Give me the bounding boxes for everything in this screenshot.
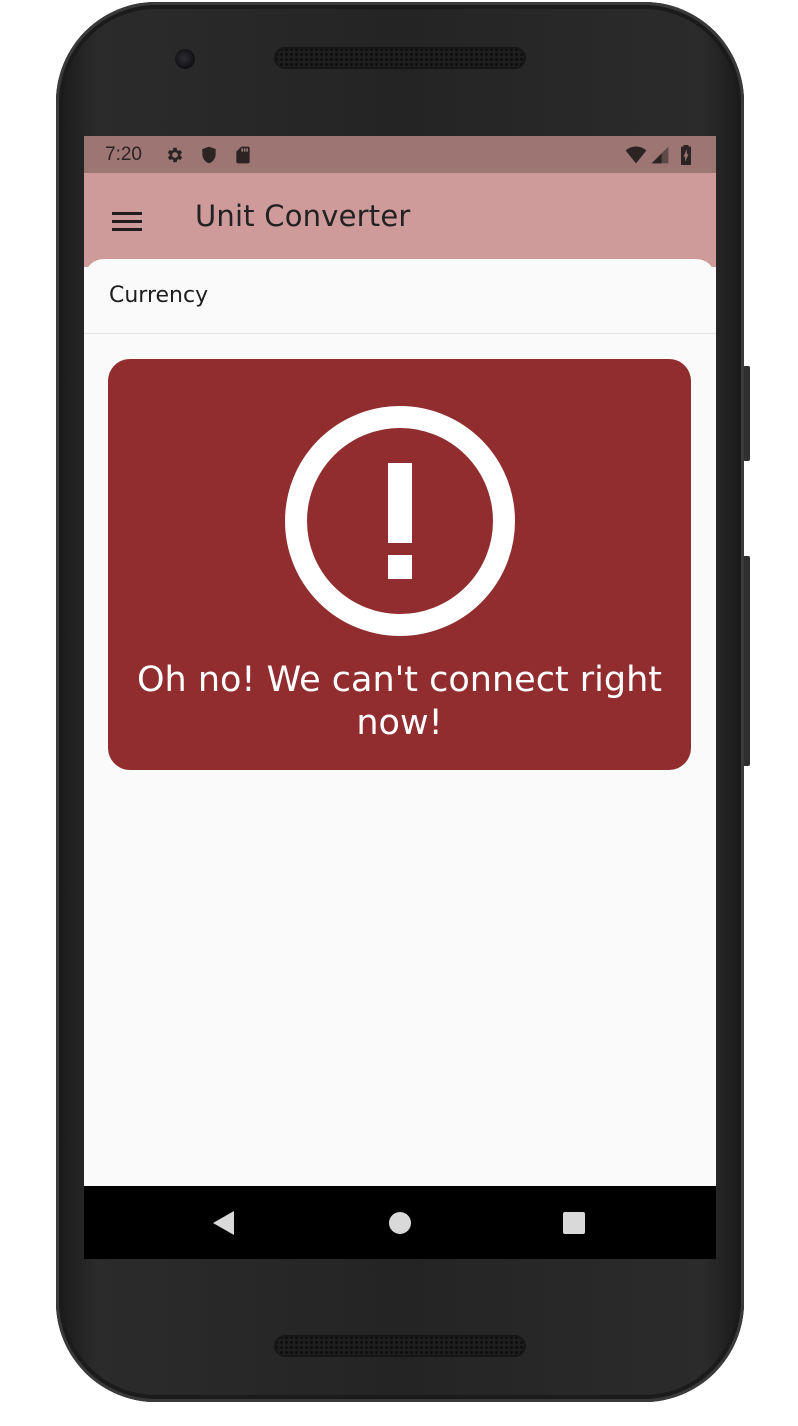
back-icon[interactable] — [208, 1208, 238, 1238]
battery-charging-icon — [681, 145, 691, 165]
signal-icon — [651, 146, 669, 164]
app-title: Unit Converter — [195, 199, 411, 233]
status-bar: 7:20 — [84, 136, 716, 173]
hamburger-menu-icon[interactable] — [108, 204, 144, 240]
shield-icon — [202, 146, 216, 164]
home-icon[interactable] — [385, 1208, 415, 1238]
category-header: Currency — [84, 259, 716, 334]
wifi-icon — [625, 146, 647, 164]
bottom-speaker — [274, 1335, 526, 1357]
error-card: Oh no! We can't connect right now! — [108, 359, 691, 770]
error-message: Oh no! We can't connect right now! — [136, 660, 663, 743]
content-sheet: Currency Oh no! We can't connect right n… — [84, 259, 716, 1186]
recents-icon[interactable] — [559, 1208, 589, 1238]
screen: 7:20 Unit Converter Currency Oh no! We c… — [84, 136, 716, 1259]
app-bar: Unit Converter — [84, 173, 716, 267]
navigation-bar — [84, 1186, 716, 1259]
front-camera — [175, 49, 195, 69]
settings-icon — [167, 147, 183, 163]
earpiece-speaker — [274, 47, 526, 69]
volume-rocker — [743, 556, 750, 766]
category-label: Currency — [109, 283, 209, 308]
status-time: 7:20 — [105, 144, 142, 165]
error-circle-icon — [285, 406, 515, 636]
sd-card-icon — [236, 146, 250, 164]
device-frame-stage: 7:20 Unit Converter Currency Oh no! We c… — [0, 0, 798, 1426]
power-button — [743, 366, 750, 461]
